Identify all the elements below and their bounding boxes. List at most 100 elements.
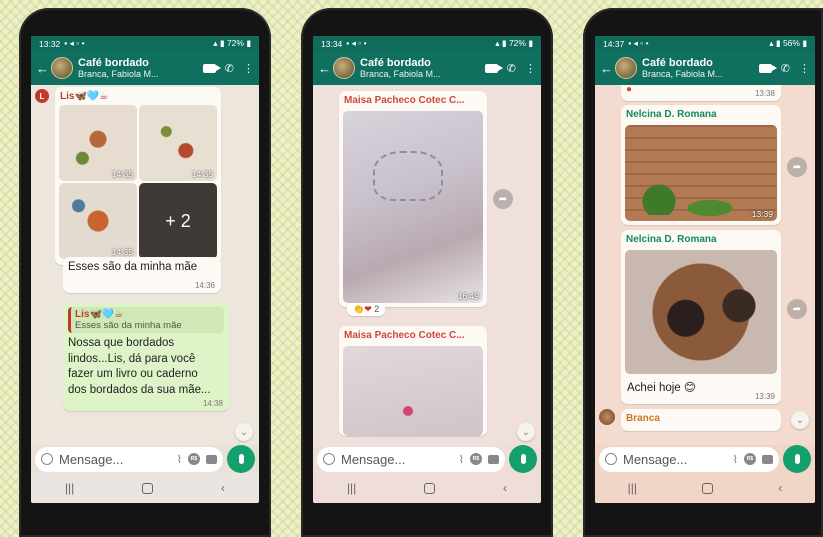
mic-button[interactable] bbox=[509, 445, 537, 473]
group-avatar[interactable] bbox=[615, 57, 637, 79]
chat-subtitle: Branca, Fabiola M... bbox=[642, 69, 723, 80]
back-arrow-icon[interactable]: ← bbox=[318, 61, 331, 76]
camera-icon[interactable] bbox=[762, 454, 773, 464]
home-icon[interactable] bbox=[142, 482, 154, 494]
attach-icon[interactable]: ⌇ bbox=[177, 453, 182, 466]
recents-icon[interactable]: ||| bbox=[65, 481, 74, 495]
recents-icon[interactable]: ||| bbox=[347, 481, 356, 495]
back-icon[interactable]: ‹ bbox=[778, 481, 782, 495]
video-call-icon[interactable] bbox=[484, 63, 503, 73]
home-icon[interactable] bbox=[424, 482, 436, 494]
message-input[interactable]: Mensage... ⌇ R$ bbox=[317, 446, 505, 472]
image-album-message[interactable]: Lis🦋🩵☕ 14:35 14:35 14:35 + 2 bbox=[55, 87, 221, 265]
message-timestamp: 14:36 bbox=[194, 281, 215, 290]
battery-level: 72% bbox=[508, 38, 526, 48]
image-message[interactable]: Maisa Pacheco Cotec C... bbox=[339, 326, 487, 436]
forward-icon[interactable]: ➦ bbox=[787, 299, 807, 319]
emoji-icon[interactable] bbox=[323, 453, 335, 465]
attach-icon[interactable]: ⌇ bbox=[733, 453, 738, 466]
scroll-down-button[interactable]: ⌄ bbox=[791, 411, 809, 429]
phone-call-icon[interactable]: ✆ bbox=[781, 62, 790, 75]
android-nav-bar: ||| ‹ bbox=[31, 473, 259, 503]
album-image[interactable]: 14:35 bbox=[59, 183, 137, 259]
image-timestamp: 14:35 bbox=[111, 169, 133, 179]
message-image[interactable]: 16:49 bbox=[343, 111, 483, 303]
message-list: L Lis🦋🩵☕ 14:35 14:35 14:35 + 2 Esses são… bbox=[31, 85, 259, 445]
chat-title-block[interactable]: Café bordado Branca, Fabiola M... bbox=[78, 57, 198, 80]
sender-avatar[interactable]: L bbox=[35, 89, 49, 103]
message-input[interactable]: Mensage... ⌇ R$ bbox=[35, 446, 223, 472]
camera-icon[interactable] bbox=[488, 454, 499, 464]
reply-message[interactable]: Lis🦋🩵☕ Esses são da minha mãe Nossa que … bbox=[63, 303, 229, 411]
message-sender: Maisa Pacheco Cotec C... bbox=[344, 330, 465, 341]
back-arrow-icon[interactable]: ← bbox=[600, 61, 613, 76]
android-nav-bar: ||| ‹ bbox=[595, 473, 815, 503]
reactions-badge[interactable]: 👏❤ 2 bbox=[347, 303, 386, 316]
group-avatar[interactable] bbox=[333, 57, 355, 79]
attach-icon[interactable]: ⌇ bbox=[459, 453, 464, 466]
sender-avatar[interactable] bbox=[599, 409, 615, 425]
phone-call-icon[interactable]: ✆ bbox=[225, 62, 234, 75]
group-avatar[interactable] bbox=[51, 57, 73, 79]
more-options-icon[interactable]: ⋮ bbox=[525, 62, 536, 75]
chat-title-block[interactable]: Café bordado Branca, Fabiola M... bbox=[360, 57, 480, 80]
status-time: 13:34 bbox=[321, 38, 343, 49]
camera-icon[interactable] bbox=[206, 454, 217, 464]
emoji-icon[interactable] bbox=[41, 453, 53, 465]
chat-title-block[interactable]: Café bordado Branca, Fabiola M... bbox=[642, 57, 754, 80]
chat-subtitle: Branca, Fabiola M... bbox=[360, 69, 441, 80]
album-image[interactable]: 14:35 bbox=[59, 105, 137, 181]
scroll-down-button[interactable]: ⌄ bbox=[517, 423, 535, 441]
more-options-icon[interactable]: ⋮ bbox=[243, 62, 254, 75]
avatar-letter: L bbox=[39, 91, 45, 101]
input-placeholder: Mensage... bbox=[59, 451, 124, 467]
recents-icon[interactable]: ||| bbox=[628, 481, 637, 495]
quoted-message[interactable]: Lis🦋🩵☕ Esses são da minha mãe bbox=[68, 307, 224, 333]
mic-icon bbox=[520, 454, 526, 464]
forward-icon[interactable]: ➦ bbox=[787, 157, 807, 177]
back-icon[interactable]: ‹ bbox=[503, 481, 507, 495]
message-image[interactable]: 13:39 bbox=[625, 125, 777, 221]
more-options-icon[interactable]: ⋮ bbox=[799, 62, 810, 75]
mic-button[interactable] bbox=[783, 445, 811, 473]
back-icon[interactable]: ‹ bbox=[221, 481, 225, 495]
scroll-down-button[interactable]: ⌄ bbox=[235, 423, 253, 441]
image-detail bbox=[403, 406, 413, 416]
image-timestamp: 16:49 bbox=[457, 291, 479, 301]
home-icon[interactable] bbox=[702, 482, 714, 494]
message-composer: Mensage... ⌇ R$ bbox=[31, 445, 259, 473]
image-message[interactable]: Nelcina D. Romana Achei hoje 😊 13:39 bbox=[621, 230, 781, 404]
emoji-icon[interactable] bbox=[605, 453, 617, 465]
status-time: 14:37 bbox=[603, 38, 625, 49]
forward-icon[interactable]: ➦ bbox=[493, 189, 513, 209]
payment-icon[interactable]: R$ bbox=[744, 453, 756, 465]
more-images-count: + 2 bbox=[165, 210, 191, 231]
phone-3: 14:37 ▪ ◂ ▫ • ▴ ▮ 56% ▮ ← Café bordado Br… bbox=[583, 8, 823, 537]
image-message[interactable]: Maisa Pacheco Cotec C... 16:49 bbox=[339, 91, 487, 307]
payment-icon[interactable]: R$ bbox=[470, 453, 482, 465]
back-arrow-icon[interactable]: ← bbox=[36, 61, 49, 76]
album-image[interactable]: 14:35 bbox=[139, 105, 217, 181]
image-message[interactable]: Nelcina D. Romana 13:39 bbox=[621, 105, 781, 225]
message-sender: Maisa Pacheco Cotec C... bbox=[344, 95, 465, 106]
previous-message[interactable]: ● 13:38 bbox=[621, 85, 781, 101]
battery-icon: ▮ bbox=[243, 38, 251, 48]
mic-button[interactable] bbox=[227, 445, 255, 473]
phone-call-icon[interactable]: ✆ bbox=[507, 62, 516, 75]
text-message[interactable]: Esses são da minha mãe 14:36 bbox=[63, 257, 221, 293]
android-nav-bar: ||| ‹ bbox=[313, 473, 541, 503]
clap-icon: 👏 bbox=[353, 304, 365, 314]
message-image[interactable] bbox=[625, 250, 777, 374]
image-detail bbox=[373, 151, 443, 201]
reaction-count: 2 bbox=[374, 304, 380, 314]
message-timestamp: 13:38 bbox=[754, 89, 775, 98]
video-call-icon[interactable] bbox=[202, 63, 221, 73]
message-preview[interactable]: Branca bbox=[621, 409, 781, 431]
payment-icon[interactable]: R$ bbox=[188, 453, 200, 465]
message-input[interactable]: Mensage... ⌇ R$ bbox=[599, 446, 779, 472]
message-image[interactable] bbox=[343, 346, 483, 436]
signal-icon: ▴ ▮ bbox=[769, 38, 783, 48]
more-images-tile[interactable]: + 2 bbox=[139, 183, 217, 259]
video-call-icon[interactable] bbox=[758, 63, 777, 73]
image-detail bbox=[639, 181, 679, 215]
